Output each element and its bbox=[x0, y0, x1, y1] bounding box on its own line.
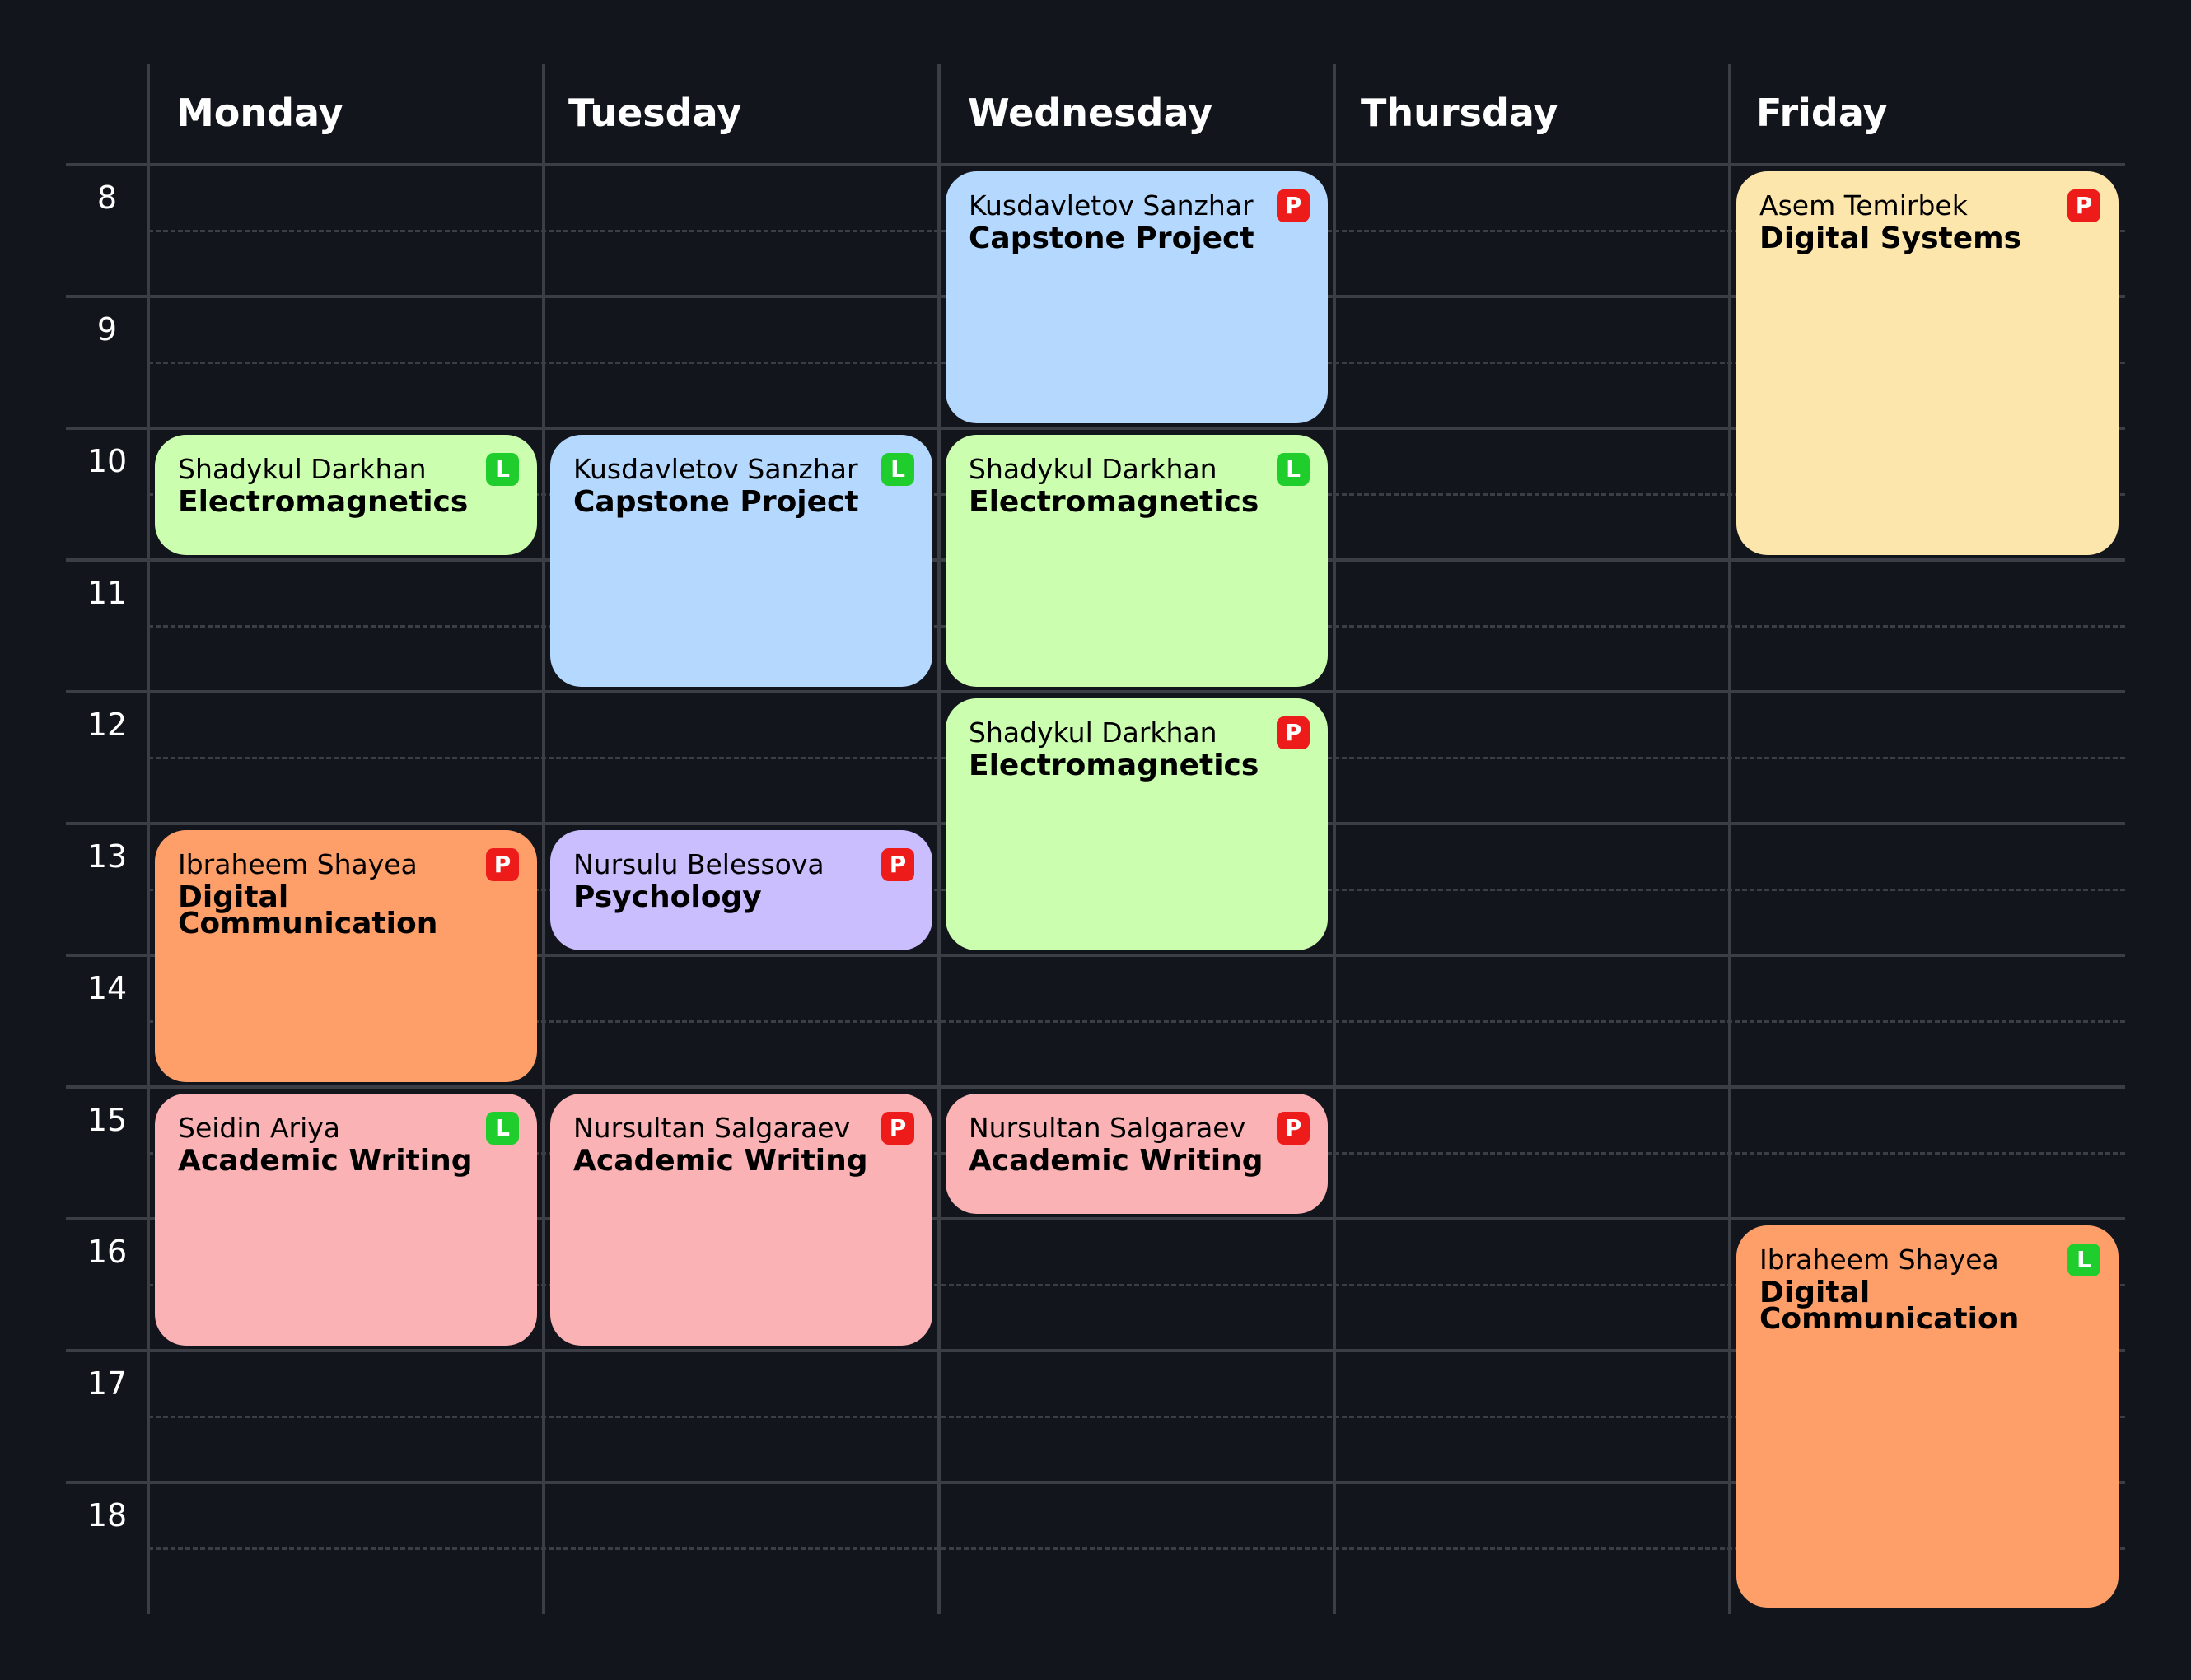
event-title: Digital Communication bbox=[1759, 1276, 2020, 1336]
weekly-schedule: Monday Tuesday Wednesday Thursday Friday 8 9 10… bbox=[0, 0, 2191, 1680]
event-card[interactable]: Ibraheem Shayea Digital Communication L bbox=[1736, 1225, 2119, 1608]
day-header-monday: Monday bbox=[176, 91, 343, 135]
hour-label: 16 bbox=[86, 1234, 128, 1270]
hour-label: 15 bbox=[86, 1102, 128, 1138]
event-title: Capstone Project bbox=[573, 485, 859, 519]
event-card[interactable]: Kusdavletov Sanzhar Capstone Project L bbox=[550, 435, 932, 687]
event-card[interactable]: Asem Temirbek Digital Systems P bbox=[1736, 171, 2119, 555]
event-title: Electromagnetics bbox=[969, 749, 1259, 782]
lecture-badge: L bbox=[2067, 1244, 2100, 1276]
day-header-friday: Friday bbox=[1756, 91, 1888, 135]
event-instructor: Shadykul Darkhan bbox=[969, 453, 1217, 485]
event-card[interactable]: Nursultan Salgaraev Academic Writing P bbox=[946, 1094, 1328, 1214]
day-header-wednesday: Wednesday bbox=[968, 91, 1213, 135]
event-instructor: Kusdavletov Sanzhar bbox=[573, 453, 858, 485]
hour-label: 9 bbox=[96, 311, 118, 348]
event-instructor: Asem Temirbek bbox=[1759, 189, 1968, 222]
event-title: Psychology bbox=[573, 880, 762, 914]
hour-gridline bbox=[66, 690, 2125, 693]
event-card[interactable]: Nursulu Belessova Psychology P bbox=[550, 830, 932, 950]
hour-label: 17 bbox=[86, 1365, 128, 1402]
hour-gridline bbox=[66, 1085, 2125, 1089]
event-instructor: Nursulu Belessova bbox=[573, 848, 825, 880]
event-title: Academic Writing bbox=[573, 1144, 868, 1178]
event-title: Digital Systems bbox=[1759, 222, 2022, 255]
event-instructor: Nursultan Salgaraev bbox=[969, 1112, 1246, 1144]
lecture-badge: L bbox=[1277, 453, 1310, 486]
event-instructor: Seidin Ariya bbox=[178, 1112, 341, 1144]
hour-label: 11 bbox=[86, 575, 128, 611]
event-instructor: Ibraheem Shayea bbox=[178, 848, 418, 880]
practice-badge: P bbox=[2067, 189, 2100, 222]
day-header-thursday: Thursday bbox=[1361, 91, 1558, 135]
practice-badge: P bbox=[1277, 716, 1310, 749]
event-card[interactable]: Seidin Ariya Academic Writing L bbox=[155, 1094, 537, 1346]
lecture-badge: L bbox=[486, 453, 519, 486]
event-title: Electromagnetics bbox=[178, 485, 469, 519]
event-instructor: Kusdavletov Sanzhar bbox=[969, 189, 1254, 222]
hour-label: 18 bbox=[86, 1497, 128, 1533]
event-title: Digital Communication bbox=[178, 880, 438, 940]
hour-label: 13 bbox=[86, 838, 128, 875]
practice-badge: P bbox=[1277, 189, 1310, 222]
event-instructor: Shadykul Darkhan bbox=[178, 453, 427, 485]
event-card[interactable]: Shadykul Darkhan Electromagnetics P bbox=[946, 698, 1328, 950]
lecture-badge: L bbox=[881, 453, 914, 486]
event-instructor: Ibraheem Shayea bbox=[1759, 1244, 1999, 1276]
event-instructor: Nursultan Salgaraev bbox=[573, 1112, 851, 1144]
lecture-badge: L bbox=[486, 1112, 519, 1145]
practice-badge: P bbox=[486, 848, 519, 881]
event-card[interactable]: Shadykul Darkhan Electromagnetics L bbox=[155, 435, 537, 555]
event-card[interactable]: Shadykul Darkhan Electromagnetics L bbox=[946, 435, 1328, 687]
practice-badge: P bbox=[881, 848, 914, 881]
hour-label: 12 bbox=[86, 707, 128, 743]
event-title: Academic Writing bbox=[969, 1144, 1264, 1178]
day-header-tuesday: Tuesday bbox=[568, 91, 742, 135]
hour-gridline bbox=[66, 163, 2125, 166]
event-title: Electromagnetics bbox=[969, 485, 1259, 519]
event-title: Academic Writing bbox=[178, 1144, 473, 1178]
practice-badge: P bbox=[1277, 1112, 1310, 1145]
hour-label: 8 bbox=[96, 180, 118, 216]
event-card[interactable]: Kusdavletov Sanzhar Capstone Project P bbox=[946, 171, 1328, 423]
practice-badge: P bbox=[881, 1112, 914, 1145]
event-instructor: Shadykul Darkhan bbox=[969, 716, 1217, 749]
event-card[interactable]: Nursultan Salgaraev Academic Writing P bbox=[550, 1094, 932, 1346]
event-title: Capstone Project bbox=[969, 222, 1254, 255]
hour-label: 14 bbox=[86, 970, 128, 1006]
hour-label: 10 bbox=[86, 443, 128, 479]
event-card[interactable]: Ibraheem Shayea Digital Communication P bbox=[155, 830, 537, 1082]
